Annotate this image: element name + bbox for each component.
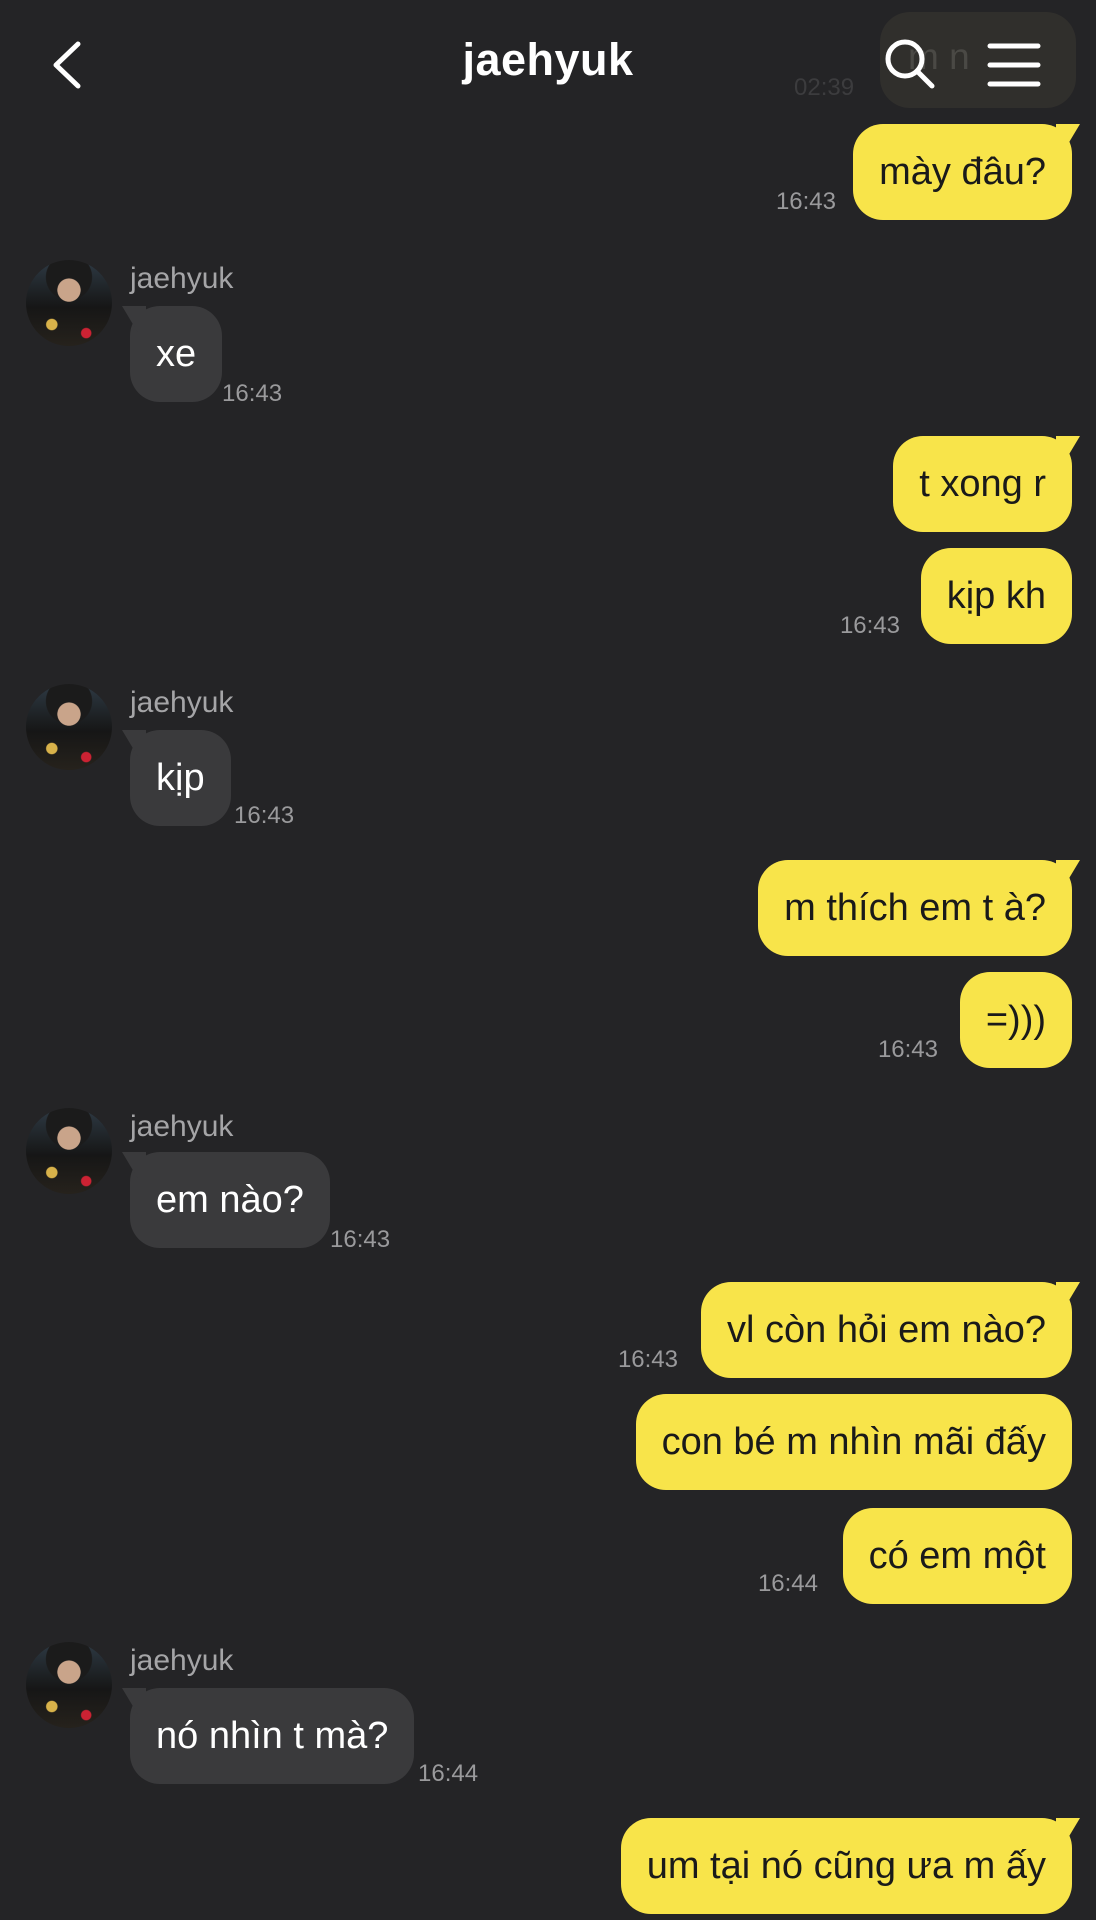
my-message-bubble[interactable]: mày đâu? — [853, 124, 1072, 220]
message-time: 16:43 — [775, 188, 836, 215]
message-text: t xong r — [919, 463, 1046, 505]
contact-avatar[interactable] — [26, 684, 112, 770]
message-text: xe — [156, 333, 197, 375]
message-time: 16:43 — [617, 1346, 678, 1373]
message-text: em nào? — [156, 1179, 304, 1221]
message-text: vl còn hỏi em nào? — [727, 1309, 1046, 1351]
contact-avatar[interactable] — [26, 1642, 112, 1728]
message-text: kịp — [156, 757, 205, 799]
my-message-bubble[interactable]: =))) — [959, 972, 1072, 1068]
hamburger-menu-icon — [987, 43, 1041, 87]
chat-header: jaehyuk — [0, 0, 1096, 130]
their-message-bubble[interactable]: kịp — [130, 730, 231, 826]
message-text: con bé m nhìn mãi đấy — [661, 1421, 1046, 1463]
menu-button[interactable] — [986, 40, 1042, 90]
message-time: 16:43 — [330, 1226, 391, 1253]
message-text: m thích em t à? — [784, 887, 1046, 929]
message-text: mày đâu? — [879, 151, 1046, 193]
message-time: 16:44 — [418, 1760, 479, 1787]
message-text: =))) — [985, 999, 1046, 1041]
search-button[interactable] — [882, 36, 938, 92]
search-icon — [885, 39, 935, 89]
message-time: 16:43 — [877, 1036, 938, 1063]
my-message-bubble[interactable]: t xong r — [893, 436, 1072, 532]
my-message-bubble[interactable]: kịp kh — [920, 548, 1072, 644]
my-message-bubble[interactable]: um tại nó cũng ưa m ấy — [620, 1818, 1072, 1914]
my-message-bubble[interactable]: m thích em t à? — [758, 860, 1072, 956]
message-time: 16:43 — [839, 612, 900, 639]
sender-name: jaehyuk — [130, 1644, 234, 1677]
their-message-bubble[interactable]: em nào? — [130, 1152, 330, 1248]
message-text: kịp kh — [946, 575, 1046, 617]
message-time: 16:44 — [757, 1570, 818, 1597]
their-message-bubble[interactable]: nó nhìn t mà? — [130, 1688, 415, 1784]
message-text: um tại nó cũng ưa m ấy — [646, 1845, 1046, 1887]
my-message-bubble[interactable]: con bé m nhìn mãi đấy — [635, 1394, 1072, 1490]
sender-name: jaehyuk — [130, 1110, 234, 1143]
my-message-bubble[interactable]: có em một — [842, 1508, 1072, 1604]
message-text: có em một — [868, 1535, 1046, 1577]
my-message-bubble[interactable]: vl còn hỏi em nào? — [701, 1282, 1072, 1378]
message-text: nó nhìn t mà? — [156, 1715, 389, 1757]
message-time: 16:43 — [222, 380, 283, 407]
message-time: 16:43 — [234, 802, 295, 829]
sender-name: jaehyuk — [130, 262, 234, 295]
sender-name: jaehyuk — [130, 686, 234, 719]
contact-avatar[interactable] — [26, 260, 112, 346]
contact-avatar[interactable] — [26, 1108, 112, 1194]
their-message-bubble[interactable]: xe — [130, 306, 223, 402]
